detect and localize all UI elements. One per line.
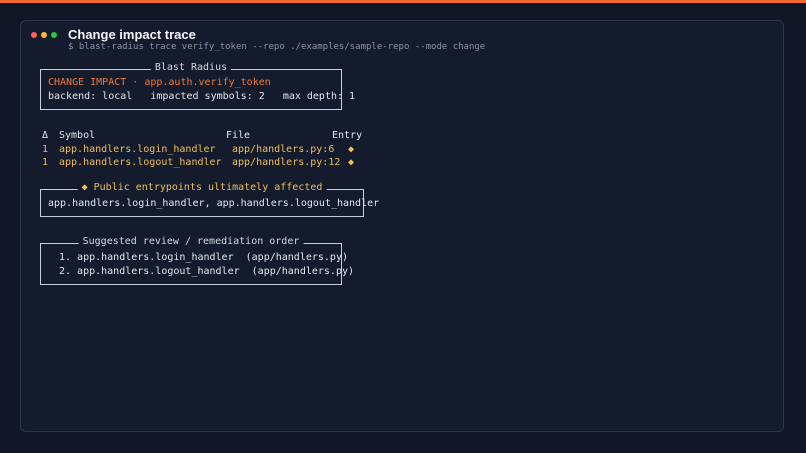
blast-radius-panel: Blast Radius CHANGE IMPACT · app.auth.ve… bbox=[40, 62, 355, 110]
column-header-symbol: Symbol bbox=[59, 130, 96, 141]
blast-radius-heading: Blast Radius bbox=[150, 62, 232, 74]
row-delta: 1 bbox=[42, 157, 49, 168]
review-item: 2. app.handlers.logout_handler (app/hand… bbox=[59, 266, 355, 277]
review-item: 1. app.handlers.login_handler (app/handl… bbox=[59, 252, 348, 263]
maximize-window-icon[interactable] bbox=[51, 32, 57, 38]
backend-label: backend: local bbox=[48, 91, 133, 102]
row-file: app/handlers.py:6 bbox=[232, 144, 335, 155]
max-depth-label: max depth: 1 bbox=[282, 91, 356, 102]
terminal-window: Change impact trace $ blast-radius trace… bbox=[20, 20, 784, 432]
column-header-delta: Δ bbox=[42, 130, 49, 141]
window-title: Change impact trace bbox=[68, 27, 196, 42]
entrypoints-panel: ◆ Public entrypoints ultimately affected… bbox=[40, 182, 379, 217]
column-header-entry: Entry bbox=[332, 130, 363, 141]
entrypoints-content: app.handlers.login_handler, app.handlers… bbox=[48, 198, 380, 209]
row-symbol: app.handlers.login_handler bbox=[59, 144, 216, 155]
column-header-file: File bbox=[226, 130, 251, 141]
command-line: $ blast-radius trace verify_token --repo… bbox=[68, 42, 486, 52]
impacted-symbols-label: impacted symbols: 2 bbox=[150, 91, 265, 102]
close-window-icon[interactable] bbox=[31, 32, 37, 38]
entrypoint-diamond-icon: ◆ bbox=[348, 144, 355, 155]
top-accent-bar bbox=[0, 0, 806, 3]
row-delta: 1 bbox=[42, 144, 49, 155]
review-order-heading: Suggested review / remediation order bbox=[78, 236, 304, 248]
minimize-window-icon[interactable] bbox=[41, 32, 47, 38]
change-impact-line: CHANGE IMPACT · app.auth.verify_token bbox=[48, 77, 271, 88]
row-symbol: app.handlers.logout_handler bbox=[59, 157, 222, 168]
entrypoint-diamond-icon: ◆ bbox=[348, 157, 355, 168]
summary-line: backend: local impacted symbols: 2 max d… bbox=[48, 90, 355, 103]
review-order-panel: Suggested review / remediation order 1. … bbox=[40, 236, 354, 285]
entrypoints-heading: ◆ Public entrypoints ultimately affected bbox=[77, 182, 327, 194]
impact-table: Δ Symbol File Entry 1 app.handlers.login… bbox=[42, 129, 372, 171]
row-file: app/handlers.py:12 bbox=[232, 157, 341, 168]
